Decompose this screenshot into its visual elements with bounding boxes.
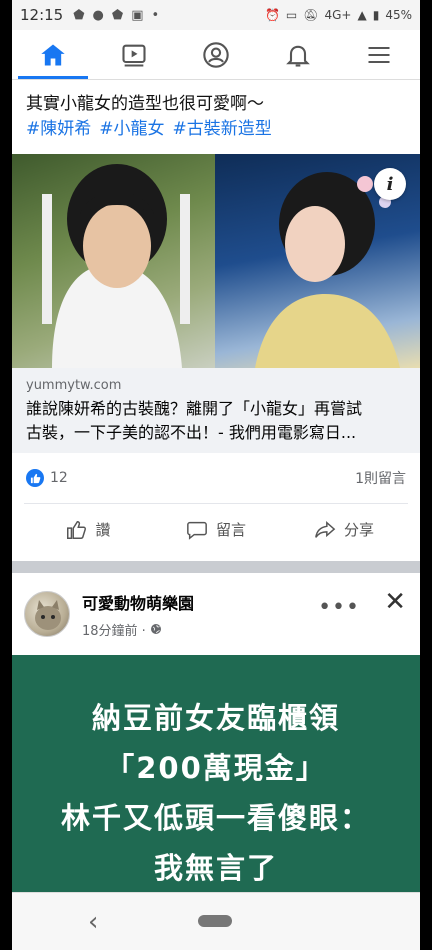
profile-icon [203,41,229,68]
post-timestamp[interactable]: 18分鐘前 · [82,620,194,639]
mute-icon: 🔕︎ [303,8,319,22]
status-time: 12:15 [20,6,64,24]
info-icon[interactable]: i [374,168,406,200]
link-title-line: 誰說陳妍希的古裝醜？離開了「小龍女」再嘗試 [26,399,363,418]
share-button[interactable]: 分享 [280,519,408,541]
post-text-card[interactable]: 納豆前女友臨櫃領 「200萬現金」 林千又低頭一看傻眼： 我無言了 [12,655,420,899]
share-icon [315,520,336,538]
feed-post: 可愛動物萌樂園 18分鐘前 · ••• ✕ 納豆前女友臨櫃領 「200萬現金」 … [12,573,420,899]
globe-icon [150,624,161,634]
hamburger-menu-icon [368,46,390,63]
share-label: 分享 [343,521,374,539]
card-line: 我無言了 [153,851,278,885]
top-nav [12,30,420,80]
battery-icon: ▮ [372,8,380,22]
system-nav-bar: ‹ [12,892,420,950]
phone-screen: 12:15 ⬟ ● ⬟ ▣ • ⏰ ▭ 🔕︎ 4G+ ▲ ▮ 45% 其實小龍女… [12,0,420,950]
status-right: ⏰ ▭ 🔕︎ 4G+ ▲ ▮ 45% [265,8,412,22]
home-gesture-pill[interactable] [198,915,232,927]
card-line: 林千又低頭一看傻眼： [60,801,371,835]
post-meta: 可愛動物萌樂園 18分鐘前 · [82,590,194,639]
comment-label: 留言 [215,521,246,539]
link-domain: yummytw.com [26,378,122,393]
post-actions: 讚 留言 分享 [24,503,408,555]
timestamp-text: 18分鐘前 · [82,623,146,639]
dot-icon: • [151,7,160,23]
android-icon: ⬟ [73,7,85,23]
photo-right: i [215,154,420,368]
like-button[interactable]: 讚 [24,519,152,541]
more-options-icon[interactable]: ••• [318,595,360,620]
feed-post: 其實小龍女的造型也很可愛啊～ #陳妍希 #小龍女 #古裝新造型 i yummyt… [12,80,420,555]
network-label: 4G+ [324,8,352,22]
link-preview-image[interactable]: i [12,154,420,368]
bell-icon [285,45,310,67]
link-preview[interactable]: yummytw.com 誰說陳妍希的古裝醜？離開了「小龍女」再嘗試 古裝，一下子… [12,368,420,453]
nav-profile[interactable] [175,30,257,79]
like-count[interactable]: 12 [50,470,68,486]
comment-button[interactable]: 留言 [152,519,280,541]
feed-divider [12,561,420,573]
battery-level: 45% [385,8,412,22]
portrait-illustration [42,164,190,368]
link-title-line: 古裝，一下子美的認不出！- 我們用電影寫日... [26,423,357,442]
nav-home[interactable] [12,30,94,79]
cat-avatar-image [35,600,61,630]
close-icon[interactable]: ✕ [384,587,406,617]
signal-icon: ▲ [357,8,367,22]
page-name[interactable]: 可愛動物萌樂園 [82,590,194,614]
comment-icon [187,521,207,540]
reaction-stats: 12 1則留言 [12,453,420,503]
photo-left [12,154,215,368]
home-icon [41,44,65,65]
hashtag[interactable]: #古裝新造型 [173,117,272,142]
cast-icon: ▭ [285,8,298,22]
comment-count[interactable]: 1則留言 [355,468,406,488]
post-header: 可愛動物萌樂園 18分鐘前 · ••• ✕ [12,573,420,655]
card-line: 「200萬現金」 [105,751,327,785]
status-bar: 12:15 ⬟ ● ⬟ ▣ • ⏰ ▭ 🔕︎ 4G+ ▲ ▮ 45% [12,0,420,30]
post-body: 其實小龍女的造型也很可愛啊～ #陳妍希 #小龍女 #古裝新造型 [12,80,420,148]
nav-watch[interactable] [94,30,176,79]
hashtag[interactable]: #小龍女 [99,117,164,142]
nav-notifications[interactable] [257,30,339,79]
thumbs-up-icon [67,520,87,539]
back-icon[interactable]: ‹ [88,907,98,937]
alarm-icon: ⏰ [264,8,280,22]
post-text: 其實小龍女的造型也很可愛啊～ [26,94,264,114]
android-icon: ⬟ [111,7,124,23]
nav-menu[interactable] [338,30,420,79]
like-label: 讚 [95,521,111,539]
link-title: 誰說陳妍希的古裝醜？離開了「小龍女」再嘗試 古裝，一下子美的認不出！- 我們用電… [26,397,406,445]
like-reaction-icon[interactable] [26,469,44,487]
chat-bubble-icon: ● [92,7,104,23]
video-icon [122,44,146,67]
avatar[interactable] [24,591,70,637]
hashtag[interactable]: #陳妍希 [26,117,91,142]
hashtag-list: #陳妍希 #小龍女 #古裝新造型 [26,117,406,142]
card-line: 納豆前女友臨櫃領 [91,701,340,735]
screenshot-icon: ▣ [131,7,144,23]
